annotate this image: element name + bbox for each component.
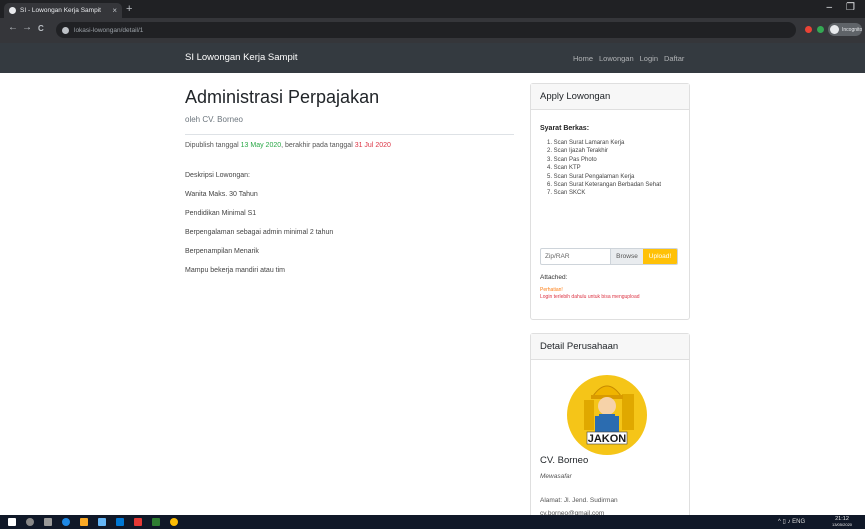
publish-mid: , berakhir pada tanggal xyxy=(281,142,353,149)
list-item: 3. Scan Pas Photo xyxy=(547,156,597,163)
file-explorer-icon[interactable] xyxy=(80,518,88,526)
taskbar-icons xyxy=(8,518,178,526)
site-info-icon[interactable] xyxy=(62,26,69,34)
apply-card: Apply Lowongan Syarat Berkas: 1. Scan Su… xyxy=(530,83,690,320)
extension-icon[interactable] xyxy=(805,26,812,33)
company-name: CV. Borneo xyxy=(540,455,589,466)
url-text: lokasi-lowongan/detail/1 xyxy=(74,26,144,34)
clock[interactable]: 21:12 13/05/2020 xyxy=(832,516,852,528)
list-item: 2. Scan Ijazah Terakhir xyxy=(547,148,608,155)
list-item: 6. Scan Surat Keterangan Berbadan Sehat xyxy=(547,182,662,189)
list-item: 7. Scan SKCK xyxy=(547,190,586,197)
mail-icon[interactable] xyxy=(116,518,124,526)
tab-close-icon[interactable]: × xyxy=(112,6,117,15)
browse-button[interactable]: Browse xyxy=(610,249,643,264)
list-item: 5. Scan Surat Pengalaman Kerja xyxy=(547,173,635,180)
window-controls: – ❐ xyxy=(826,2,855,13)
clock-date: 13/05/2020 xyxy=(832,522,853,527)
profile-label: Incognito xyxy=(842,26,862,33)
warning-note: Perhatian! xyxy=(540,287,563,293)
tab-title: SI - Lowongan Kerja Sampit xyxy=(20,7,101,14)
maximize-button[interactable]: ❐ xyxy=(846,2,855,13)
apply-card-header: Apply Lowongan xyxy=(531,84,689,110)
forward-icon[interactable]: → xyxy=(22,22,32,33)
requirements-title: Syarat Berkas: xyxy=(540,125,590,132)
attached-label: Attached: xyxy=(540,274,568,281)
task-view-icon[interactable] xyxy=(44,518,52,526)
extension-icon[interactable] xyxy=(817,26,824,33)
system-tray[interactable]: ^ ▯ ♪ ENG xyxy=(778,518,805,525)
nav-link-daftar[interactable]: Daftar xyxy=(664,54,684,63)
desc-line: Pendidikan Minimal S1 xyxy=(185,210,257,217)
company-logo: JAKON xyxy=(567,375,647,455)
desc-line: Mampu bekerja mandiri atau tim xyxy=(185,267,285,274)
chrome-icon[interactable] xyxy=(170,518,178,526)
job-company-by: oleh CV. Borneo xyxy=(185,115,243,124)
browser-tab-strip: SI - Lowongan Kerja Sampit × + – ❐ xyxy=(0,0,865,18)
back-icon[interactable]: ← xyxy=(8,22,18,33)
address-bar[interactable]: lokasi-lowongan/detail/1 xyxy=(56,22,796,38)
edge-icon[interactable] xyxy=(62,518,70,526)
windows-start-icon[interactable] xyxy=(8,518,16,526)
end-date: 31 Jul 2020 xyxy=(354,142,391,149)
favicon-icon xyxy=(9,7,16,14)
file-input[interactable]: Zip/RAR xyxy=(541,249,610,264)
list-item: 4. Scan KTP xyxy=(547,165,581,172)
file-upload-group: Zip/RAR Browse Upload! xyxy=(540,248,678,265)
publish-prefix: Dipublish tanggal xyxy=(185,142,239,149)
profile-button[interactable]: Incognito xyxy=(828,23,862,36)
company-card: Detail Perusahaan JAKON CV. Borneo Mewas… xyxy=(530,333,690,523)
desc-line: Berpenampilan Menarik xyxy=(185,248,259,255)
app-icon[interactable] xyxy=(152,518,160,526)
logo-text: JAKON xyxy=(588,433,627,445)
login-required-note: Login terlebih dahulu untuk bisa mengupl… xyxy=(540,294,640,300)
desc-line: Berpengalaman sebagai admin minimal 2 ta… xyxy=(185,229,334,236)
extension-icons xyxy=(805,26,824,33)
os-taskbar: ^ ▯ ♪ ENG 21:12 13/05/2020 xyxy=(0,515,865,529)
company-address: Alamat: Jl. Jend. Sudirman xyxy=(540,497,618,504)
reload-icon[interactable]: C xyxy=(38,24,44,33)
app-icon[interactable] xyxy=(134,518,142,526)
job-title: Administrasi Perpajakan xyxy=(185,87,380,107)
desc-line: Wanita Maks. 30 Tahun xyxy=(185,191,258,198)
site-navbar: SI Lowongan Kerja Sampit Home Lowongan L… xyxy=(0,43,865,73)
new-tab-button[interactable]: + xyxy=(126,3,132,15)
upload-button[interactable]: Upload! xyxy=(643,249,677,264)
desc-line: Deskripsi Lowongan: xyxy=(185,172,250,179)
divider xyxy=(185,134,514,135)
search-icon[interactable] xyxy=(26,518,34,526)
nav-links: Home Lowongan Login Daftar xyxy=(573,54,684,63)
nav-link-lowongan[interactable]: Lowongan xyxy=(599,54,634,63)
company-city: Mewasafar xyxy=(540,473,572,480)
avatar xyxy=(830,25,839,34)
store-icon[interactable] xyxy=(98,518,106,526)
minimize-button[interactable]: – xyxy=(826,2,832,13)
nav-link-home[interactable]: Home xyxy=(573,54,593,63)
list-item: 1. Scan Surat Lamaran Kerja xyxy=(547,140,625,146)
site-brand[interactable]: SI Lowongan Kerja Sampit xyxy=(185,52,297,63)
company-card-header: Detail Perusahaan xyxy=(531,334,689,360)
publish-info: Dipublish tanggal 13 May 2020, berakhir … xyxy=(185,142,391,149)
requirements-list: 1. Scan Surat Lamaran Kerja 2. Scan Ijaz… xyxy=(547,139,687,198)
nav-link-login[interactable]: Login xyxy=(640,54,658,63)
browser-toolbar: ← → C lokasi-lowongan/detail/1 Incognito xyxy=(0,18,865,43)
publish-date: 13 May 2020 xyxy=(240,142,282,149)
browser-tab[interactable]: SI - Lowongan Kerja Sampit × xyxy=(4,3,122,18)
